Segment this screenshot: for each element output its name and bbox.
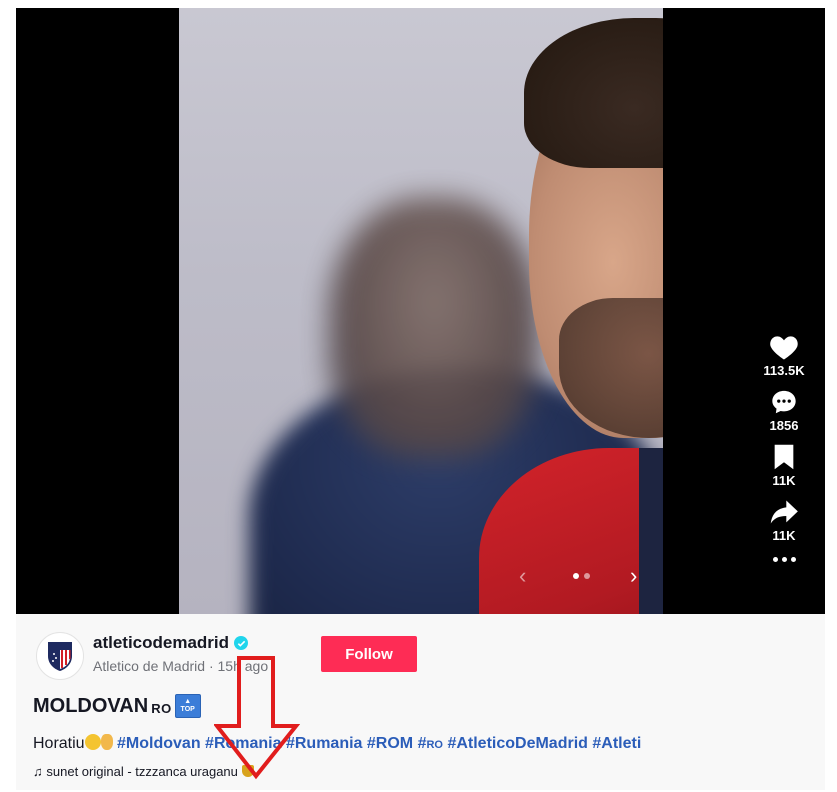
comment-button[interactable]: 1856 (769, 388, 799, 433)
like-button[interactable]: 113.5K (763, 333, 805, 378)
red-arrow-annotation (214, 656, 300, 780)
hashtag-moldovan[interactable]: #Moldovan (117, 735, 201, 752)
photo-background-person (329, 198, 539, 458)
hashtag-ro-suffix: RO (426, 739, 443, 751)
like-count: 113.5K (763, 363, 805, 378)
hashtag-atleti[interactable]: #Atleti (592, 735, 641, 752)
post-title: MOLDOVAN RO ▲ TOP (33, 694, 201, 718)
share-count: 11K (772, 528, 796, 543)
carousel-dots (573, 573, 590, 579)
display-name: Atletico de Madrid (93, 658, 206, 674)
post-title-text: MOLDOVAN (33, 694, 149, 717)
club-crest-icon (48, 642, 72, 671)
page: ‹ › 113.5K 1856 11K 11K atleticodemadrid… (0, 0, 837, 792)
post-info-panel: atleticodemadrid Atletico de Madrid · 15… (16, 614, 825, 790)
victory-hand-icon (100, 734, 113, 750)
username[interactable]: atleticodemadrid (93, 633, 229, 653)
video-player[interactable]: ‹ › 113.5K 1856 11K 11K (16, 8, 825, 614)
verified-icon (234, 636, 249, 650)
top-badge-text: TOP (180, 706, 195, 713)
carousel-next-button[interactable]: › (630, 563, 637, 589)
carousel-prev-button[interactable]: ‹ (519, 563, 526, 589)
hashtag-atleticodemadrid[interactable]: #AtleticoDeMadrid (447, 735, 587, 752)
video-frame[interactable]: ‹ › (179, 8, 663, 614)
hashtag-rom[interactable]: #ROM (367, 735, 413, 752)
save-count: 11K (772, 473, 796, 488)
username-row[interactable]: atleticodemadrid (93, 633, 249, 653)
photo-player-hair (524, 18, 663, 168)
post-title-suffix: RO (151, 701, 172, 716)
hashtag-ro[interactable]: #RO (418, 735, 443, 752)
more-icon[interactable] (772, 557, 796, 562)
share-icon (770, 500, 798, 524)
music-note-icon: ♫ (33, 764, 43, 779)
music-title[interactable]: sunet original - tzzzanca uraganu (46, 764, 238, 779)
heart-icon (770, 336, 798, 360)
carousel-dot-1[interactable] (573, 573, 579, 579)
comment-count: 1856 (769, 418, 799, 433)
photo-jacket-zip (639, 448, 663, 614)
follow-button[interactable]: Follow (321, 636, 417, 672)
bookmark-icon (774, 444, 794, 470)
grinning-face-icon (84, 734, 101, 750)
avatar[interactable] (36, 632, 84, 680)
post-description: Horatiu #Moldovan #Romania #Rumania #ROM… (33, 734, 641, 753)
top-badge-arrow: ▲ (184, 698, 192, 705)
carousel-dot-2[interactable] (584, 573, 590, 579)
description-text: Horatiu (33, 735, 85, 752)
share-button[interactable]: 11K (769, 498, 799, 543)
top-badge-icon: ▲ TOP (174, 694, 201, 718)
action-rail: 113.5K 1856 11K 11K (756, 333, 812, 562)
save-button[interactable]: 11K (772, 443, 796, 488)
comment-icon (772, 390, 796, 414)
